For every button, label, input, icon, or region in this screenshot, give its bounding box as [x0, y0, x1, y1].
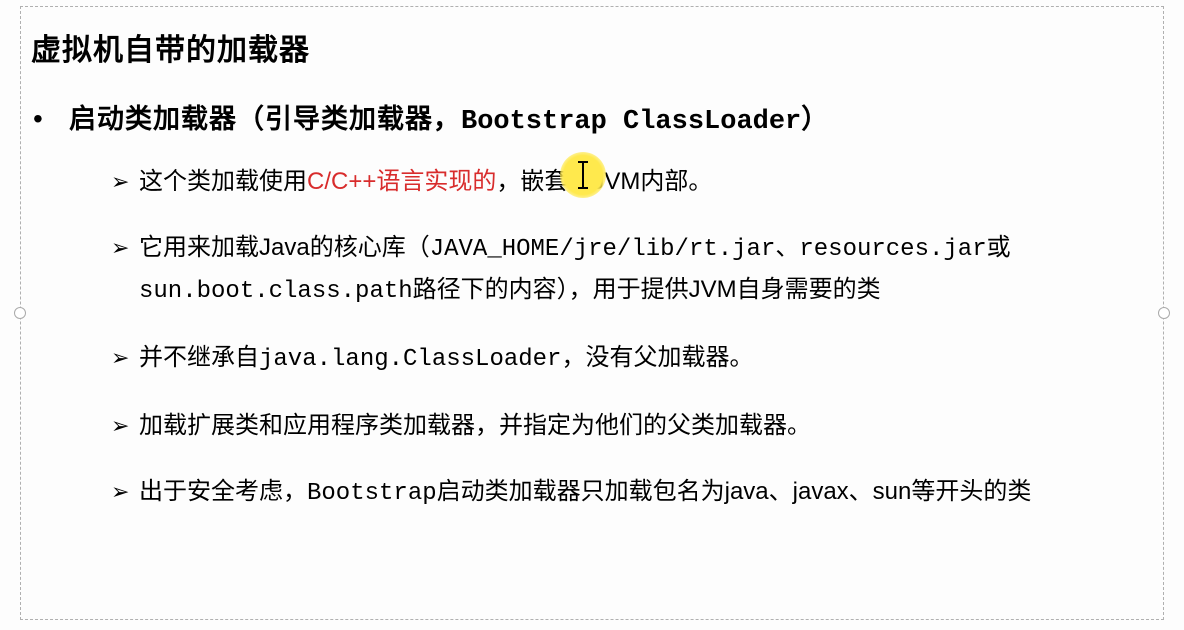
bullet-main-text: 启动类加载器（引导类加载器，Bootstrap ClassLoader） [69, 101, 829, 140]
subitem-5: ➢ 出于安全考虑，Bootstrap启动类加载器只加载包名为java、javax… [111, 472, 1133, 514]
t: 并不继承自 [139, 344, 259, 371]
arrow-icon: ➢ [111, 472, 139, 512]
bullet-main: • 启动类加载器（引导类加载器，Bootstrap ClassLoader） [33, 101, 1153, 140]
subitem-2-text: 它用来加载Java的核心库（JAVA_HOME/jre/lib/rt.jar、r… [139, 228, 1133, 312]
path-text: JAVA_HOME/jre/lib/rt.jar [430, 236, 776, 263]
subitem-1: ➢ 这个类加载使用C/C++语言实现的，嵌套在JVM内部。 [111, 162, 1133, 202]
subitem-5-text: 出于安全考虑，Bootstrap启动类加载器只加载包名为java、javax、s… [139, 472, 1133, 514]
bullet-main-prefix: 启动类加载器（引导类加载器， [69, 104, 461, 134]
path-text: sun.boot.class.path [139, 278, 413, 305]
classname-text: java.lang.ClassLoader [259, 346, 561, 373]
bullet-dot-icon: • [33, 101, 47, 137]
bullet-main-suffix: ） [801, 104, 829, 134]
text-cursor-icon [582, 163, 584, 187]
arrow-icon: ➢ [111, 162, 139, 202]
t: ，没有父加载器。 [561, 344, 753, 371]
t: 路径下的内容），用于提供JVM自身需要的类 [413, 276, 881, 303]
t: 或 [987, 234, 1011, 261]
t: 出于安全考虑， [139, 478, 307, 505]
slide-title: 虚拟机自带的加载器 [31, 25, 1153, 69]
t: 启动类加载器只加载包名为java、javax、sun等开头的类 [437, 478, 1032, 505]
bullet-main-classname: Bootstrap ClassLoader [461, 107, 801, 137]
arrow-icon: ➢ [111, 228, 139, 268]
subitem-1-text: 这个类加载使用C/C++语言实现的，嵌套在JVM内部。 [139, 162, 1133, 202]
sublist: ➢ 这个类加载使用C/C++语言实现的，嵌套在JVM内部。 ➢ 它用来加载Jav… [111, 162, 1133, 514]
subitem-4: ➢ 加载扩展类和应用程序类加载器，并指定为他们的父类加载器。 [111, 406, 1133, 446]
subitem-4-text: 加载扩展类和应用程序类加载器，并指定为他们的父类加载器。 [139, 406, 1133, 446]
subitem-3-text: 并不继承自java.lang.ClassLoader，没有父加载器。 [139, 338, 1133, 380]
selection-handle-left[interactable] [14, 307, 26, 319]
slide-textbox: 虚拟机自带的加载器 • 启动类加载器（引导类加载器，Bootstrap Clas… [20, 6, 1164, 620]
path-text: resources.jar [799, 236, 986, 263]
subitem-2: ➢ 它用来加载Java的核心库（JAVA_HOME/jre/lib/rt.jar… [111, 228, 1133, 312]
t: 、 [775, 234, 799, 261]
subitem-3: ➢ 并不继承自java.lang.ClassLoader，没有父加载器。 [111, 338, 1133, 380]
t: 它用来加载Java的核心库（ [139, 234, 430, 261]
selection-handle-right[interactable] [1158, 307, 1170, 319]
classname-text: Bootstrap [307, 480, 437, 507]
arrow-icon: ➢ [111, 406, 139, 446]
subitem-1-red: C/C++语言实现的 [307, 168, 496, 195]
cursor-highlight-icon [560, 152, 606, 198]
arrow-icon: ➢ [111, 338, 139, 378]
t: 这个类加载使用 [139, 168, 307, 195]
